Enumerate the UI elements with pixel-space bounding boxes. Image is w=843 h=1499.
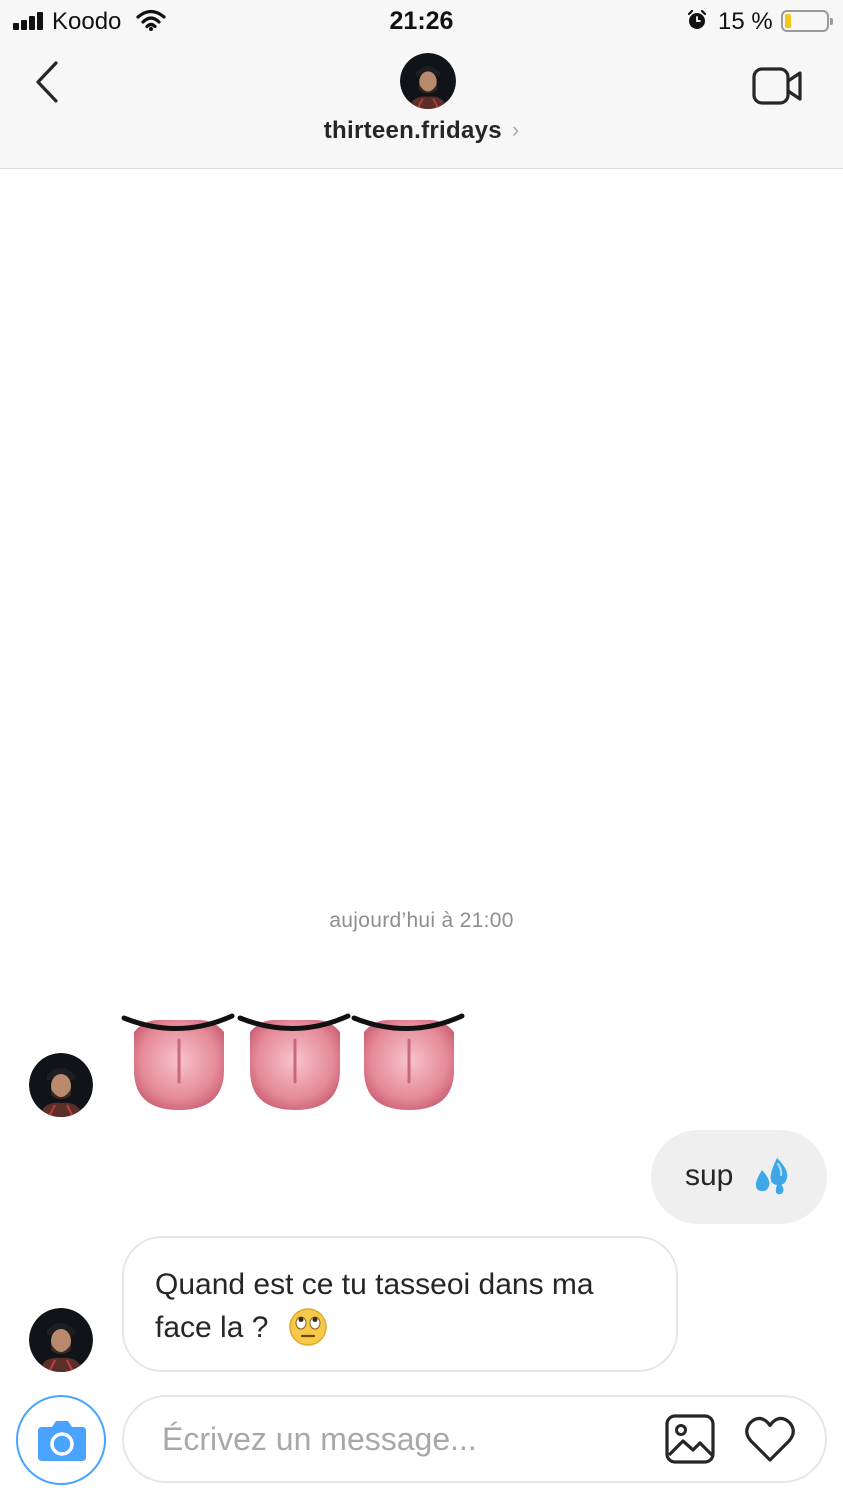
camera-button[interactable] bbox=[16, 1395, 106, 1485]
username[interactable]: thirteen.fridays bbox=[324, 117, 502, 144]
message-text: sup bbox=[685, 1159, 734, 1192]
chat-header: thirteen.fridays › bbox=[0, 44, 843, 169]
message-composer bbox=[122, 1395, 827, 1483]
camera-icon bbox=[38, 1421, 86, 1461]
sender-avatar[interactable] bbox=[29, 1053, 93, 1117]
profile-photo-icon bbox=[29, 1308, 93, 1372]
video-call-button[interactable] bbox=[750, 64, 806, 108]
heart-button[interactable] bbox=[742, 1413, 798, 1465]
chevron-right-icon: › bbox=[511, 117, 520, 142]
tongue-emoji-icon bbox=[351, 1013, 465, 1110]
message-timestamp: aujourd’hui à 21:00 bbox=[329, 909, 514, 932]
status-bar: Koodo 21:26 15 % bbox=[0, 0, 843, 44]
profile-photo-icon bbox=[29, 1053, 93, 1117]
username-title[interactable]: thirteen.fridays › bbox=[0, 117, 843, 145]
emoji-message[interactable] bbox=[120, 1010, 470, 1120]
status-time: 21:26 bbox=[389, 7, 454, 35]
sweat-droplets-emoji-icon bbox=[755, 1158, 788, 1195]
tongue-emoji-icon bbox=[121, 1013, 235, 1110]
eye-roll-emoji-icon bbox=[289, 1308, 327, 1346]
profile-photo-icon bbox=[400, 53, 456, 109]
incoming-message-bubble[interactable]: Quand est ce tu tasseoi dans ma face la … bbox=[122, 1236, 678, 1372]
sender-avatar[interactable] bbox=[29, 1308, 93, 1372]
alarm-icon bbox=[687, 9, 707, 29]
tongue-emoji-icon bbox=[237, 1013, 351, 1110]
message-text: Quand est ce tu tasseoi dans ma face la … bbox=[155, 1268, 594, 1344]
gallery-button[interactable] bbox=[664, 1413, 716, 1465]
battery-percentage: 15 % bbox=[718, 8, 773, 35]
battery-level-fill bbox=[785, 14, 791, 28]
outgoing-message-bubble[interactable]: sup bbox=[651, 1130, 827, 1224]
dm-screen: Koodo 21:26 15 % thirteen.fridays › aujo… bbox=[0, 0, 843, 1499]
battery-icon bbox=[781, 10, 833, 32]
message-input[interactable] bbox=[162, 1417, 642, 1461]
back-button[interactable] bbox=[28, 59, 68, 109]
header-avatar[interactable] bbox=[400, 53, 456, 109]
